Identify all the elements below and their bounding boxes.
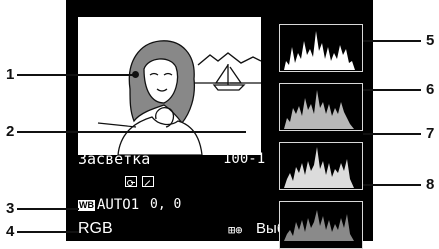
highlights-label: Засветка (78, 150, 151, 168)
leader-line-6 (363, 89, 421, 91)
leader-line-5 (363, 40, 421, 42)
leader-dot-1 (132, 71, 139, 78)
histogram-luminance (279, 24, 363, 72)
callout-5: 5 (426, 32, 435, 49)
leader-line-4 (17, 231, 79, 233)
callout-3: 3 (6, 200, 15, 217)
histogram-green (279, 142, 363, 190)
retouch-icon (142, 176, 154, 187)
portrait-illustration (97, 40, 262, 156)
multi-selector-icon: ⊞⊕ (228, 223, 243, 237)
callout-1: 1 (6, 66, 15, 83)
leader-line-8 (363, 184, 421, 186)
photo-thumbnail (78, 17, 262, 156)
wb-badge: WB (78, 200, 95, 211)
callout-2: 2 (6, 123, 15, 140)
callout-8: 8 (426, 176, 435, 193)
histogram-red (279, 83, 363, 131)
callout-7: 7 (426, 125, 435, 142)
histogram-blue (279, 201, 363, 249)
wb-adjust: 0, 0 (150, 197, 182, 212)
leader-line-3 (17, 208, 79, 210)
leader-line-7 (363, 133, 421, 135)
protect-icon (125, 176, 137, 187)
callout-6: 6 (426, 81, 435, 98)
frame-number: 100-1 (223, 151, 266, 167)
rgb-mode: RGB (78, 220, 113, 237)
leader-line-1 (17, 74, 133, 76)
leader-tick-2 (246, 131, 248, 143)
callout-4: 4 (6, 223, 15, 240)
leader-line-2 (17, 131, 247, 133)
wb-value: AUTO1 (97, 197, 140, 213)
